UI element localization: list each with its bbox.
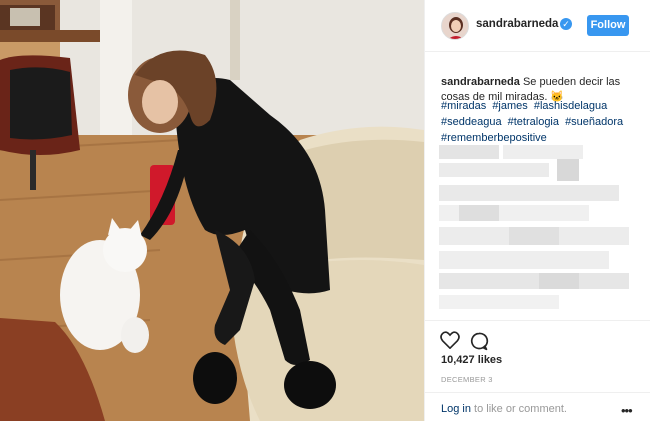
follow-button[interactable]: Follow bbox=[587, 15, 629, 36]
hashtag-link[interactable]: #lashisdelagua bbox=[534, 100, 607, 112]
login-prompt: Log in to like or comment. bbox=[441, 403, 567, 415]
post-details-panel: sandrabarneda ✓ Follow sandrabarneda Se … bbox=[424, 0, 650, 421]
login-link[interactable]: Log in bbox=[441, 403, 471, 415]
comment-login-row: Log in to like or comment. ••• bbox=[425, 392, 650, 421]
blurred-comments bbox=[439, 145, 635, 315]
likes-count[interactable]: 10,427 likes bbox=[441, 354, 502, 366]
post-actions: 10,427 likes DECEMBER 3 Log in to like o… bbox=[425, 320, 650, 421]
login-prompt-text: to like or comment. bbox=[474, 403, 567, 415]
more-options-icon[interactable]: ••• bbox=[621, 403, 633, 418]
post-photo[interactable] bbox=[0, 0, 424, 421]
header-username[interactable]: sandrabarneda bbox=[476, 18, 558, 30]
avatar[interactable] bbox=[441, 12, 469, 40]
post-header: sandrabarneda ✓ Follow bbox=[425, 0, 650, 52]
instagram-post: sandrabarneda ✓ Follow sandrabarneda Se … bbox=[0, 0, 650, 421]
hashtag-list: #miradas #james #lashisdelagua #seddeagu… bbox=[441, 98, 646, 146]
verified-badge-icon: ✓ bbox=[560, 18, 572, 30]
photo-illustration bbox=[0, 0, 424, 421]
comment-bubble-icon[interactable] bbox=[469, 331, 489, 351]
hashtag-link[interactable]: #sueñadora bbox=[565, 116, 623, 128]
hashtag-link[interactable]: #james bbox=[492, 100, 527, 112]
post-date: DECEMBER 3 bbox=[441, 375, 493, 384]
avatar-image bbox=[442, 13, 468, 39]
caption-username[interactable]: sandrabarneda bbox=[441, 76, 520, 88]
hashtag-link[interactable]: #seddeagua bbox=[441, 116, 502, 128]
heart-icon[interactable] bbox=[440, 331, 460, 349]
hashtag-link[interactable]: #rememberbepositive bbox=[441, 132, 547, 144]
hashtag-link[interactable]: #tetralogia bbox=[508, 116, 559, 128]
hashtag-link[interactable]: #miradas bbox=[441, 100, 486, 112]
